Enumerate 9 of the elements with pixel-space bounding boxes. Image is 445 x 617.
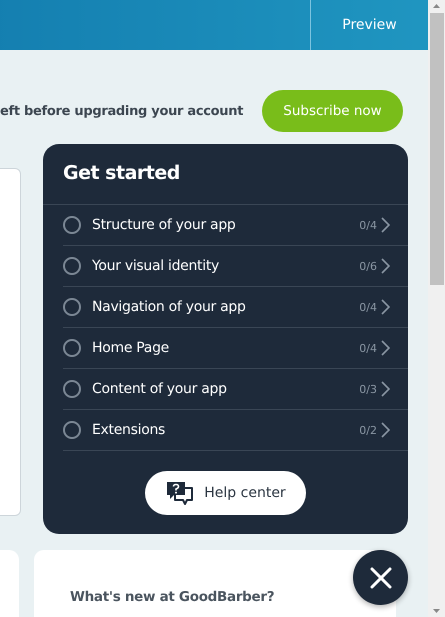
step-label: Home Page <box>92 340 170 356</box>
upgrade-notice: eft before upgrading your account <box>0 104 244 118</box>
step-label: Structure of your app <box>92 217 237 233</box>
step-label: Extensions <box>92 422 166 438</box>
step-label: Navigation of your app <box>92 299 247 315</box>
news-title: What's new at GoodBarber? <box>70 589 274 605</box>
panel-title: Get started <box>43 144 408 205</box>
step-label: Your visual identity <box>92 258 220 274</box>
step-label: Content of your app <box>92 381 228 397</box>
